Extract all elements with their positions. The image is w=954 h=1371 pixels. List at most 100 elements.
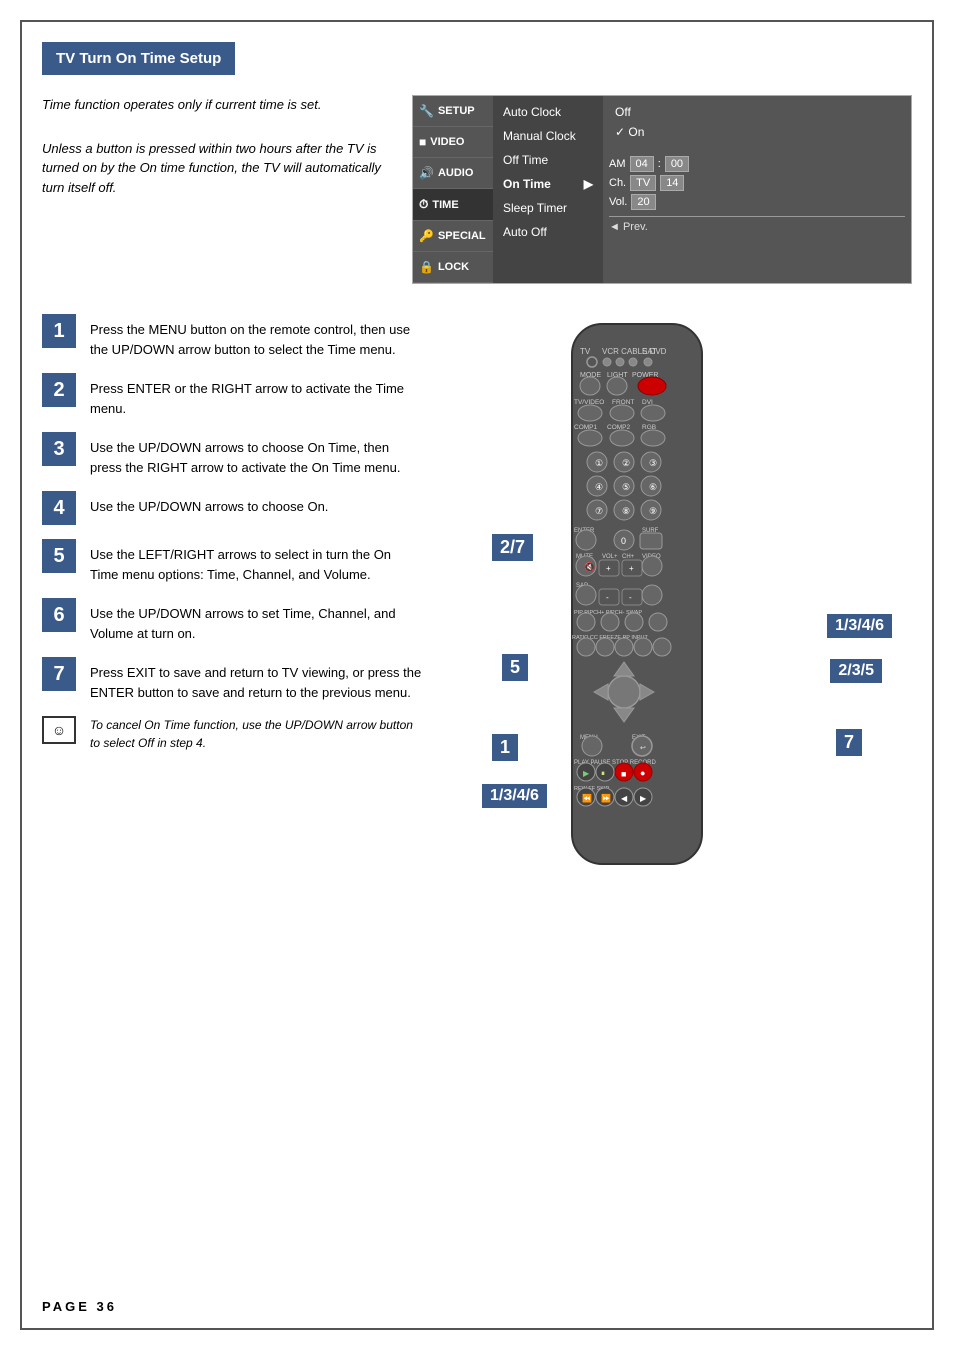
step-row-4: 4 Use the UP/DOWN arrows to choose On. <box>42 491 422 525</box>
step-num-5: 5 <box>42 539 76 573</box>
intro-block: Time function operates only if current t… <box>42 95 392 284</box>
step-row-2: 2 Press ENTER or the RIGHT arrow to acti… <box>42 373 422 418</box>
svg-text:VCR CABLE DVD: VCR CABLE DVD <box>602 347 667 356</box>
ch-label: Ch. <box>609 177 626 189</box>
sidebar-special[interactable]: 🔑 SPECIAL <box>413 221 493 252</box>
step-num-7: 7 <box>42 657 76 691</box>
svg-text:⑥: ⑥ <box>649 482 657 492</box>
svg-text:⏩: ⏩ <box>601 793 611 803</box>
steps-section: 1 Press the MENU button on the remote co… <box>42 314 912 879</box>
step-text-1: Press the MENU button on the remote cont… <box>90 314 422 359</box>
svg-text:⑧: ⑧ <box>622 506 630 516</box>
step-label-5: 5 <box>502 654 528 681</box>
svg-text:-: - <box>606 593 609 602</box>
step-row-1: 1 Press the MENU button on the remote co… <box>42 314 422 359</box>
svg-text:①: ① <box>595 458 603 468</box>
step-text-3: Use the UP/DOWN arrows to choose On Time… <box>90 432 422 477</box>
svg-text:⏪: ⏪ <box>582 793 592 803</box>
remote-area: 2/7 5 1 1/3/4/6 1/3/4/6 2/3/5 7 TV VCR C… <box>452 314 912 879</box>
step-label-1-3-4-6-bottom: 1/3/4/6 <box>482 784 547 808</box>
submenu-ch-row: Ch. TV 14 <box>609 175 905 191</box>
svg-text:③: ③ <box>649 458 657 468</box>
remote-svg: TV VCR CABLE DVD SAT MODE LIGHT POWER <box>542 314 732 874</box>
time-icon: ⏱ <box>419 197 428 212</box>
step-num-4: 4 <box>42 491 76 525</box>
step-num-6: 6 <box>42 598 76 632</box>
svg-text:⏸: ⏸ <box>601 769 605 778</box>
step-label-2-7: 2/7 <box>492 534 533 561</box>
time-am-label: AM <box>609 158 626 170</box>
sidebar-audio-label: AUDIO <box>438 167 473 179</box>
step-label-1: 1 <box>492 734 518 761</box>
step-row-6: 6 Use the UP/DOWN arrows to set Time, Ch… <box>42 598 422 643</box>
ch-num-box[interactable]: 14 <box>660 175 684 191</box>
lock-icon: 🔒 <box>419 260 434 274</box>
svg-text:🔇: 🔇 <box>584 561 595 572</box>
svg-text:VOL+: VOL+ <box>602 554 618 560</box>
svg-text:0: 0 <box>621 536 626 546</box>
sidebar-audio[interactable]: 🔊 AUDIO <box>413 158 493 189</box>
sidebar-special-label: SPECIAL <box>438 230 486 242</box>
svg-text:⑨: ⑨ <box>649 506 657 516</box>
step-row-3: 3 Use the UP/DOWN arrows to choose On Ti… <box>42 432 422 477</box>
sidebar-time[interactable]: ⏱ TIME <box>413 189 493 221</box>
page: TV Turn On Time Setup Time function oper… <box>20 20 934 1330</box>
option-on[interactable]: On <box>609 122 905 142</box>
page-footer: PAGE 36 <box>42 1299 117 1314</box>
sidebar-setup-label: SETUP <box>438 105 475 117</box>
intro-line1: Time function operates only if current t… <box>42 95 392 115</box>
on-time-arrow: ▶ <box>584 177 593 191</box>
step-num-1: 1 <box>42 314 76 348</box>
note-icon: ☺ <box>42 716 76 744</box>
sidebar-setup[interactable]: 🔧 SETUP <box>413 96 493 127</box>
menu-off-time[interactable]: Off Time <box>493 148 603 172</box>
menu-auto-off[interactable]: Auto Off <box>493 220 603 244</box>
time-hour-box[interactable]: 04 <box>630 156 654 172</box>
step-text-2: Press ENTER or the RIGHT arrow to activa… <box>90 373 422 418</box>
time-sep: : <box>658 158 661 170</box>
menu-sidebar: 🔧 SETUP ■ VIDEO 🔊 AUDIO ⏱ TIME 🔑 SP <box>413 96 493 283</box>
on-time-label: On Time <box>503 177 551 191</box>
step-row-7: 7 Press EXIT to save and return to TV vi… <box>42 657 422 702</box>
step-text-6: Use the UP/DOWN arrows to set Time, Chan… <box>90 598 422 643</box>
ch-type-box[interactable]: TV <box>630 175 656 191</box>
svg-text:⑦: ⑦ <box>595 506 603 516</box>
sidebar-lock[interactable]: 🔒 LOCK <box>413 252 493 283</box>
top-section: Time function operates only if current t… <box>42 95 912 284</box>
svg-text:④: ④ <box>595 482 603 492</box>
svg-text:↩: ↩ <box>640 745 646 752</box>
menu-sleep-timer[interactable]: Sleep Timer <box>493 196 603 220</box>
menu-submenu: Off On AM 04 : 00 Ch. TV 14 Vol. 20 <box>603 96 911 283</box>
submenu-vol-row: Vol. 20 <box>609 194 905 210</box>
step-text-7: Press EXIT to save and return to TV view… <box>90 657 422 702</box>
option-off[interactable]: Off <box>609 102 905 122</box>
page-title: TV Turn On Time Setup <box>42 42 235 75</box>
intro-line2: Unless a button is pressed within two ho… <box>42 139 392 198</box>
note-row: ☺ To cancel On Time function, use the UP… <box>42 716 422 752</box>
svg-text:②: ② <box>622 458 630 468</box>
svg-text:TV: TV <box>580 347 591 356</box>
svg-text:▶: ▶ <box>640 794 647 803</box>
sidebar-lock-label: LOCK <box>438 261 469 273</box>
svg-text:⑤: ⑤ <box>622 482 630 492</box>
svg-text:◀: ◀ <box>621 794 628 803</box>
menu-on-time[interactable]: On Time ▶ <box>493 172 603 196</box>
step-label-7: 7 <box>836 729 862 756</box>
step-num-3: 3 <box>42 432 76 466</box>
submenu-time-row: AM 04 : 00 <box>609 156 905 172</box>
audio-icon: 🔊 <box>419 166 434 180</box>
step-row-5: 5 Use the LEFT/RIGHT arrows to select in… <box>42 539 422 584</box>
time-min-box[interactable]: 00 <box>665 156 689 172</box>
vol-label: Vol. <box>609 196 627 208</box>
video-icon: ■ <box>419 135 426 149</box>
step-num-2: 2 <box>42 373 76 407</box>
vol-num-box[interactable]: 20 <box>631 194 655 210</box>
prev-bar[interactable]: ◄ Prev. <box>609 216 905 233</box>
svg-text:+: + <box>606 564 611 573</box>
svg-text:CH+: CH+ <box>622 554 635 560</box>
menu-manual-clock[interactable]: Manual Clock <box>493 124 603 148</box>
prev-label: ◄ Prev. <box>609 221 648 233</box>
svg-text:-: - <box>629 593 632 602</box>
menu-auto-clock[interactable]: Auto Clock <box>493 100 603 124</box>
sidebar-video[interactable]: ■ VIDEO <box>413 127 493 158</box>
